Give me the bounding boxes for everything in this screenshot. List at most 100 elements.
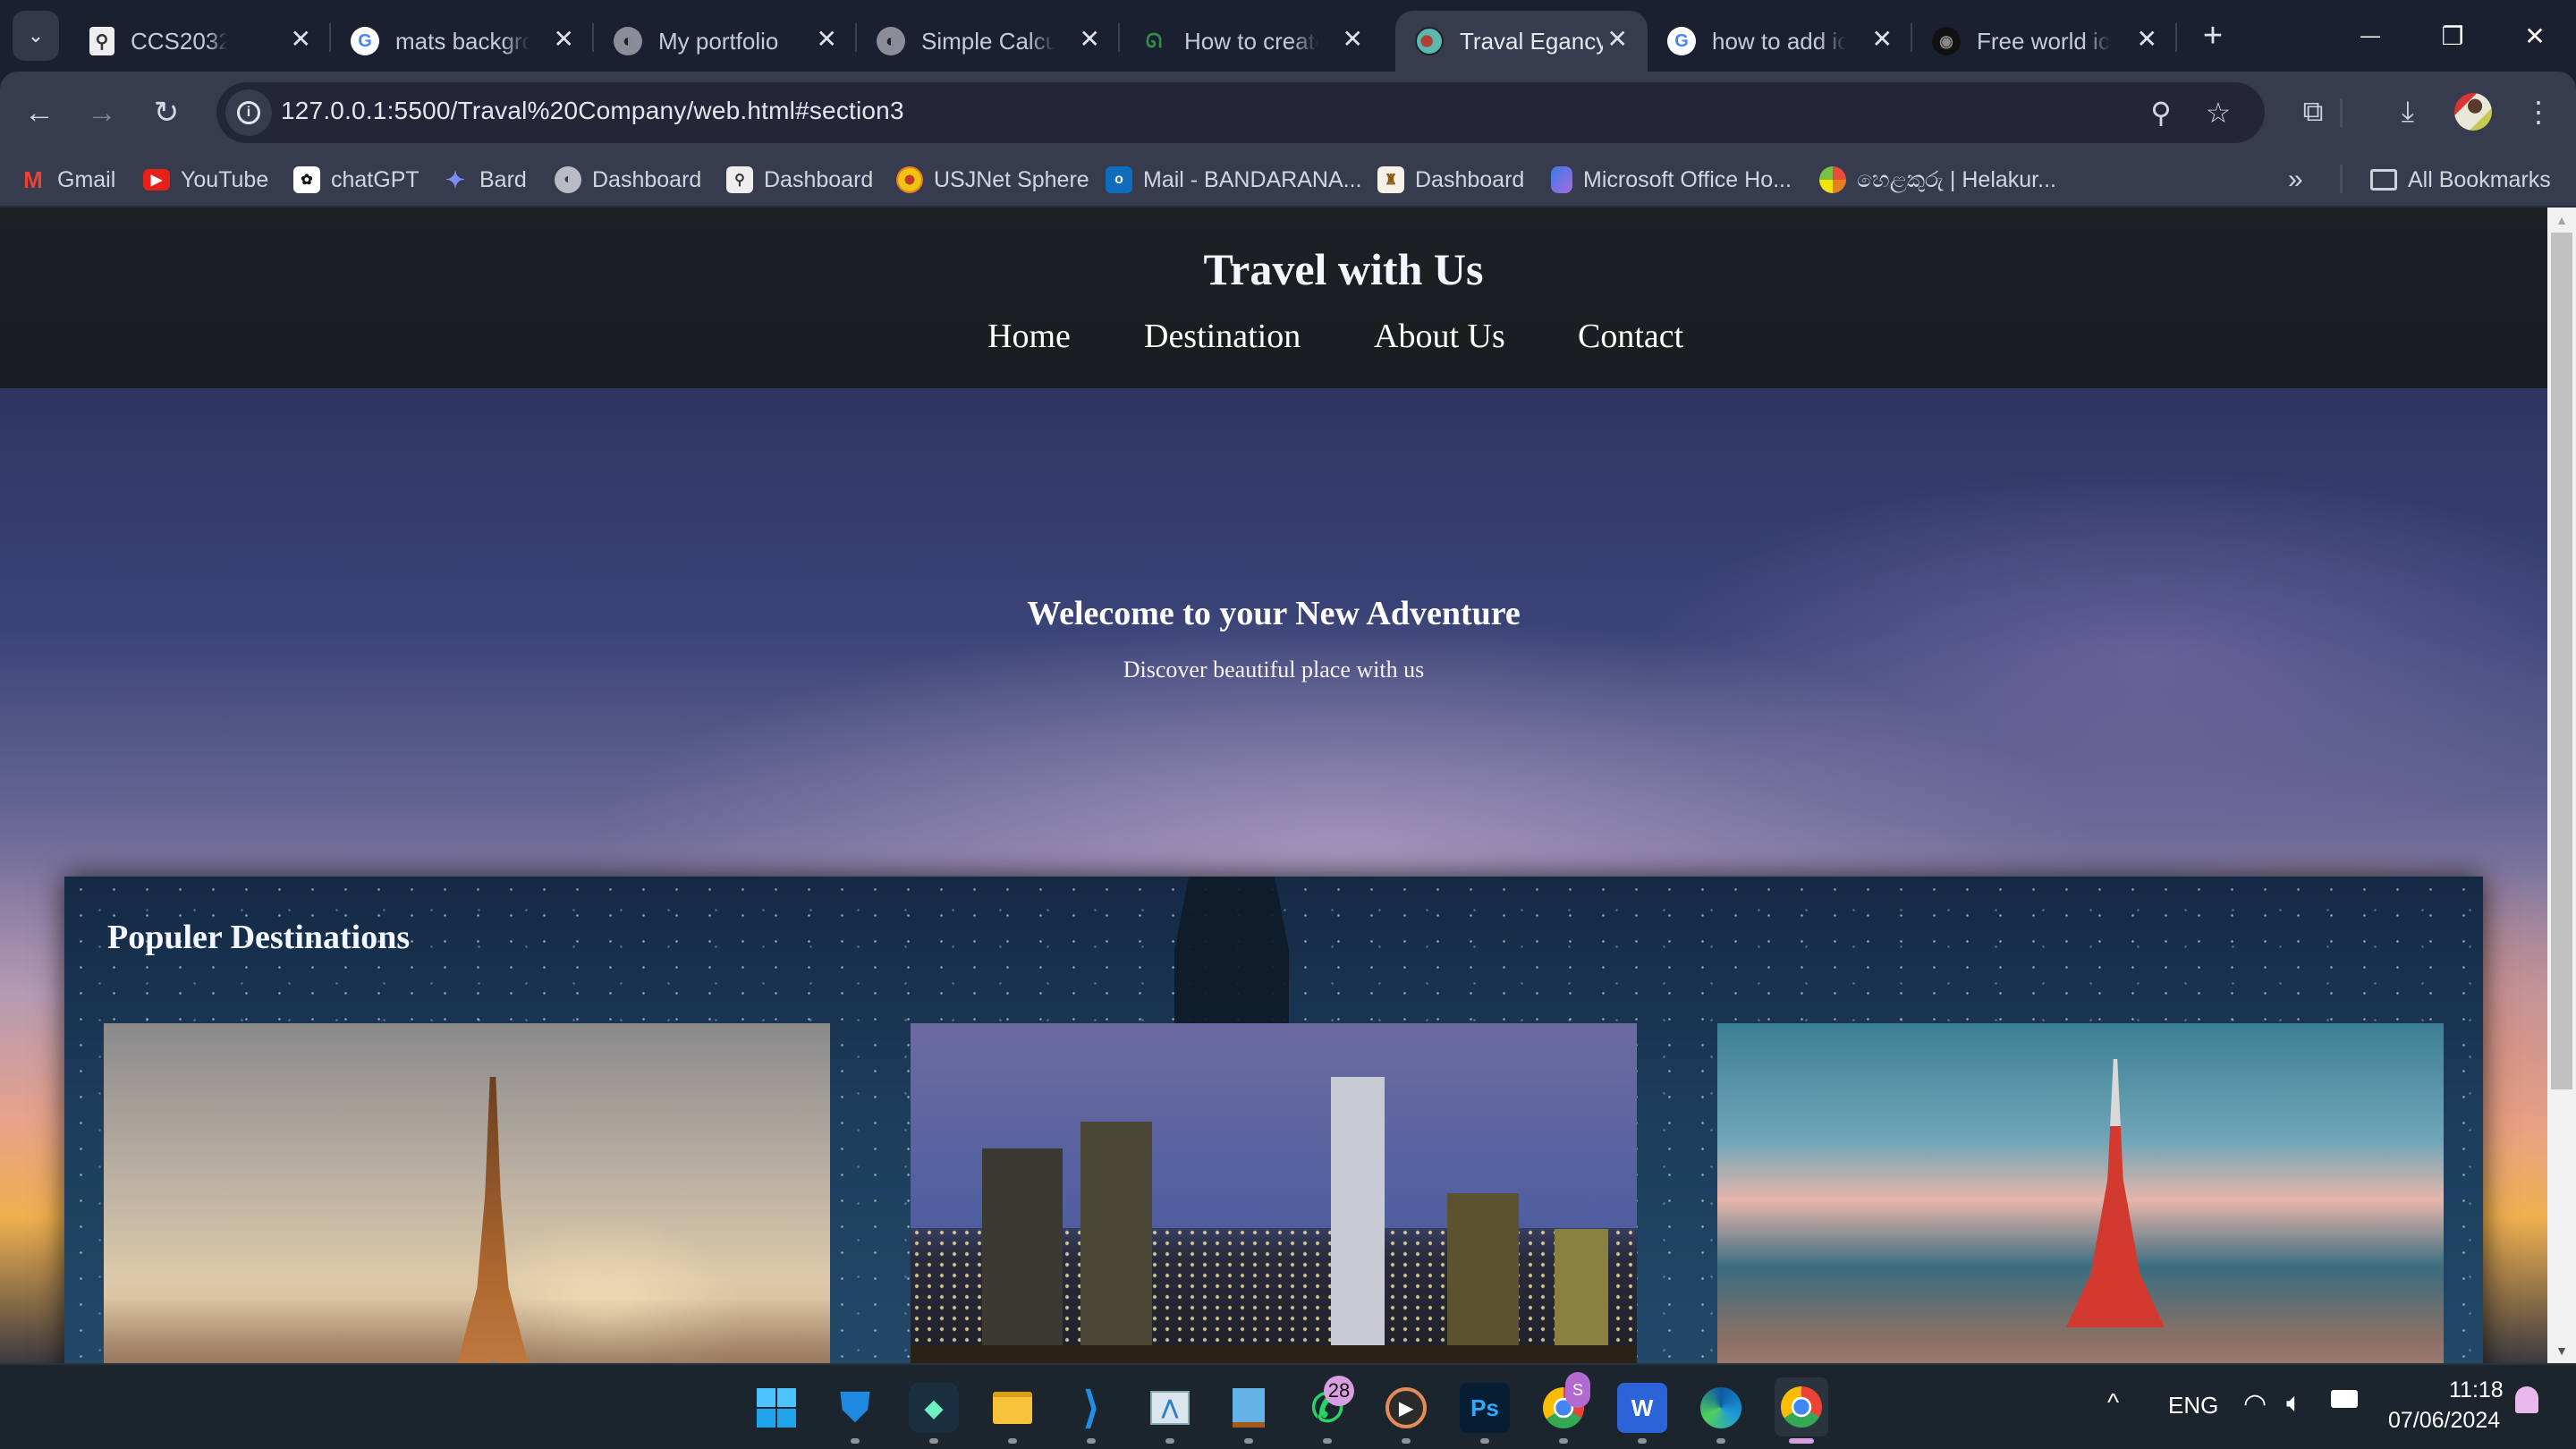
clock-date[interactable]: 07/06/2024 xyxy=(2388,1408,2500,1434)
tab-free-world-icon[interactable]: ◉ Free world icon ✕ xyxy=(1912,11,2177,72)
tab-traval-egancy[interactable]: Traval Egancy ✕ xyxy=(1395,11,1648,72)
clock-time[interactable]: 11:18 xyxy=(2449,1377,2504,1403)
notepad-icon[interactable] xyxy=(1224,1383,1274,1433)
tab-ccs2032[interactable]: ⚲ CCS2032 | CSE ✕ xyxy=(70,11,331,72)
shield-icon[interactable]: ⛊ xyxy=(830,1383,880,1433)
wondershare-icon[interactable]: ◆ xyxy=(909,1383,959,1433)
tab-how-to-add-icon[interactable]: G how to add icon ✕ xyxy=(1648,11,1912,72)
kebab-menu-icon[interactable]: ⋮ xyxy=(2519,92,2558,131)
reload-button[interactable]: ↻ xyxy=(147,93,186,132)
word-icon[interactable]: W xyxy=(1617,1383,1667,1433)
extensions-puzzle-icon[interactable]: ⧉ xyxy=(2293,92,2333,131)
vscode-icon[interactable]: ⟩ xyxy=(1066,1383,1116,1433)
flaticon-icon: ◉ xyxy=(1932,27,1961,55)
all-bookmarks-button[interactable]: All Bookmarks xyxy=(2370,165,2551,195)
scroll-down-arrow-icon[interactable]: ▼ xyxy=(2547,1338,2576,1363)
bookmark-star-icon[interactable]: ☆ xyxy=(2200,95,2236,131)
new-tab-button[interactable]: + xyxy=(2193,16,2233,55)
tab-how-to-create[interactable]: ᘏ How to create ✕ xyxy=(1120,11,1383,72)
nav-contact[interactable]: Contact xyxy=(1578,317,1683,356)
close-tab-icon[interactable]: ✕ xyxy=(1080,25,1100,54)
zoom-icon[interactable]: ⚲ xyxy=(2143,95,2179,131)
bookmark-youtube[interactable]: ▶ YouTube xyxy=(143,165,268,195)
nav-destination[interactable]: Destination xyxy=(1144,317,1301,356)
close-tab-icon[interactable]: ✕ xyxy=(1872,25,1893,54)
nav-home[interactable]: Home xyxy=(987,317,1071,356)
tab-title: My portfolio xyxy=(658,27,779,55)
bookmark-label: USJNet Sphere xyxy=(934,166,1089,192)
chevron-double-right-icon: » xyxy=(2288,165,2303,194)
globe-icon: ◐ xyxy=(614,27,642,55)
back-button[interactable]: ← xyxy=(20,93,59,132)
tab-mats-background[interactable]: G mats background ✕ xyxy=(331,11,594,72)
running-indicator xyxy=(1165,1438,1174,1444)
close-tab-icon[interactable]: ✕ xyxy=(291,25,311,54)
bookmark-mail[interactable]: o Mail - BANDARANA... xyxy=(1106,165,1361,195)
page-scrollbar[interactable]: ▲ ▼ xyxy=(2547,208,2576,1363)
profile-avatar[interactable] xyxy=(2454,93,2492,131)
running-indicator xyxy=(929,1438,938,1444)
geeksforgeeks-icon: ᘏ xyxy=(1145,30,1163,52)
play-icon[interactable]: ▶ xyxy=(1381,1383,1431,1433)
crest-icon: ♜ xyxy=(1377,166,1404,193)
bookmark-microsoft-office[interactable]: Microsoft Office Ho... xyxy=(1551,165,1792,195)
bookmark-dashboard-2[interactable]: ⚲ Dashboard xyxy=(726,165,873,195)
tab-title: mats background xyxy=(395,27,530,55)
bookmark-dashboard-3[interactable]: ♜ Dashboard xyxy=(1377,165,1524,195)
download-icon[interactable]: ⤓ xyxy=(2388,92,2428,131)
nav-about-us[interactable]: About Us xyxy=(1374,317,1505,356)
close-tab-icon[interactable]: ✕ xyxy=(1343,25,1363,54)
chatgpt-icon: ✿ xyxy=(293,166,320,193)
globe-icon: ◐ xyxy=(877,27,905,55)
destination-card-paris[interactable] xyxy=(104,1023,830,1363)
tab-my-portfolio[interactable]: ◐ My portfolio ✕ xyxy=(594,11,857,72)
bookmark-dashboard-1[interactable]: ◐ Dashboard xyxy=(555,165,701,195)
url-text[interactable]: 127.0.0.1:5500/Traval%20Company/web.html… xyxy=(281,97,904,125)
bookmark-label: Gmail xyxy=(57,166,116,192)
tab-simple-calculator[interactable]: ◐ Simple Calculator ✕ xyxy=(857,11,1120,72)
language-indicator[interactable]: ENG xyxy=(2168,1392,2218,1419)
scroll-up-arrow-icon[interactable]: ▲ xyxy=(2547,208,2576,233)
close-tab-icon[interactable]: ✕ xyxy=(817,25,837,54)
destination-card-tokyo[interactable] xyxy=(1717,1023,2444,1363)
bookmarks-bar: M Gmail ▶ YouTube ✿ chatGPT ✦ Bard ◐ Dashboar… xyxy=(0,152,2576,208)
notification-bell-icon[interactable] xyxy=(2515,1386,2538,1413)
scrollbar-thumb[interactable] xyxy=(2551,233,2572,1089)
bookmarks-divider xyxy=(2340,165,2343,193)
building-image xyxy=(982,1148,1063,1363)
folder-icon[interactable] xyxy=(987,1383,1038,1433)
minimize-button[interactable]: — xyxy=(2329,0,2411,72)
bookmarks-overflow-button[interactable]: » xyxy=(2288,165,2303,195)
close-tab-icon[interactable]: ✕ xyxy=(554,25,574,54)
hero-heading: Welecome to your New Adventure xyxy=(1027,595,1521,632)
tab-search-button[interactable]: ⌄ xyxy=(13,11,59,61)
bookmark-bard[interactable]: ✦ Bard xyxy=(442,165,527,195)
chrome-icon[interactable] xyxy=(1775,1377,1828,1436)
edge-icon[interactable] xyxy=(1696,1383,1746,1433)
battery-charging-icon[interactable] xyxy=(2331,1390,2358,1408)
tray-overflow-chevron-icon[interactable]: ^ xyxy=(2107,1388,2119,1417)
forward-button[interactable]: → xyxy=(82,93,122,132)
close-tab-icon[interactable]: ✕ xyxy=(1607,25,1628,54)
university-crest-icon: ⚲ xyxy=(89,27,114,55)
bookmark-chatgpt[interactable]: ✿ chatGPT xyxy=(293,165,419,195)
address-bar[interactable]: i 127.0.0.1:5500/Traval%20Company/web.ht… xyxy=(216,82,2265,143)
bookmark-usjnet-sphere[interactable]: USJNet Sphere xyxy=(896,165,1089,195)
bookmark-helakuru[interactable]: හෙළකුරු | Helakur... xyxy=(1819,165,2056,195)
site-info-button[interactable]: i xyxy=(225,89,272,136)
volume-icon[interactable]: 🔈︎ xyxy=(2286,1388,2302,1419)
bookmark-label: Dashboard xyxy=(592,166,702,192)
eiffel-silhouette-decoration xyxy=(1160,877,1303,1023)
destination-card-new-york[interactable] xyxy=(911,1023,1637,1363)
close-tab-icon[interactable]: ✕ xyxy=(2137,25,2157,54)
building-image xyxy=(1331,1077,1385,1363)
windows-taskbar: ⛊ ◆ ⟩ ⋀ ✆ 28 ▶ Ps S W ^ ENG ◠ 🔈︎ 11:18 0… xyxy=(0,1363,2576,1449)
bookmark-gmail[interactable]: M Gmail xyxy=(20,165,115,195)
activity-chart-icon[interactable]: ⋀ xyxy=(1145,1383,1195,1433)
youtube-icon: ▶ xyxy=(143,169,170,191)
close-window-button[interactable]: ✕ xyxy=(2494,0,2576,72)
restore-button[interactable]: ❐ xyxy=(2411,0,2494,72)
wifi-icon[interactable]: ◠ xyxy=(2243,1388,2267,1419)
photoshop-icon[interactable]: Ps xyxy=(1460,1383,1510,1433)
windows-start-icon[interactable] xyxy=(751,1383,801,1433)
